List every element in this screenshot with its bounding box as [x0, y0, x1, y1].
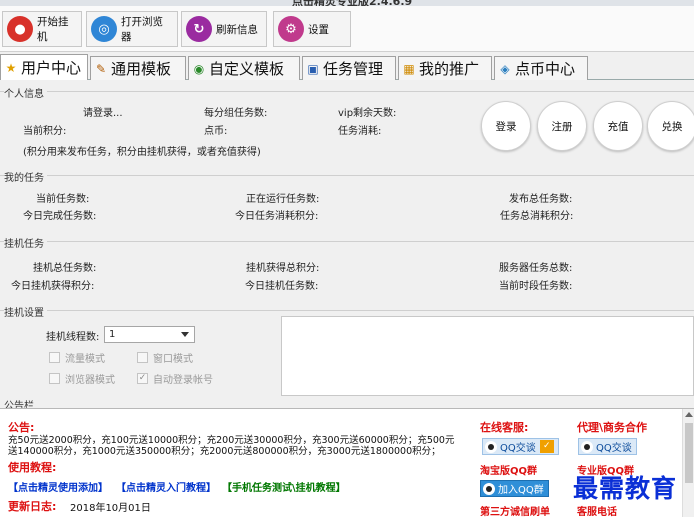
- browser-icon: ◎: [91, 16, 117, 42]
- notice-heading: 公告:: [8, 421, 35, 434]
- update-log-label: 更新日志:: [8, 500, 57, 513]
- hangup-tasks-group: 挂机任务: [0, 235, 694, 301]
- total-consume-points-label: 任务总消耗积分:: [500, 211, 574, 222]
- current-slot-tasks-label: 当前时段任务数:: [499, 281, 573, 292]
- hangup-total-points-label: 挂机获得总积分:: [246, 263, 320, 274]
- today-hangup-points-label: 今日挂机获得积分:: [11, 281, 95, 292]
- points-note: (积分用来发布任务，积分由挂机获得，或者充值获得): [23, 147, 261, 158]
- hangup-total-tasks-label: 挂机总任务数:: [33, 263, 97, 274]
- group-title: 个人信息: [4, 85, 47, 100]
- refresh-info-button[interactable]: ↻ 刷新信息: [181, 11, 267, 47]
- refresh-icon: ↻: [186, 16, 212, 42]
- open-browser-button[interactable]: ◎ 打开浏览器: [86, 11, 178, 47]
- checkbox-box: [49, 373, 60, 384]
- vip-days-label: vip剩余天数:: [338, 108, 397, 119]
- thread-count-value: 1: [109, 329, 116, 340]
- scroll-thumb[interactable]: [685, 423, 693, 483]
- running-tasks-label: 正在运行任务数:: [246, 194, 320, 205]
- agent-business-label: 代理\商务合作: [577, 421, 648, 434]
- group-title: 挂机设置: [4, 304, 47, 319]
- today-hangup-tasks-label: 今日挂机任务数:: [245, 281, 319, 292]
- thread-count-label: 挂机线程数:: [46, 332, 100, 343]
- tab-coin-center[interactable]: ◈ 点币中心: [494, 56, 588, 80]
- checkbox-box: [137, 352, 148, 363]
- coins-label: 点币:: [204, 126, 228, 137]
- toolbar: ● 开始挂机 ◎ 打开浏览器 ↻ 刷新信息 ⚙ 设置: [0, 6, 694, 52]
- auto-login-checkbox[interactable]: ✓ 自动登录帐号: [137, 371, 213, 386]
- taobao-qq-group-label: 淘宝版QQ群: [480, 466, 538, 477]
- login-prompt: 请登录...: [83, 108, 123, 119]
- star-icon: ★: [5, 60, 17, 75]
- my-tasks-group: 我的任务: [0, 169, 694, 235]
- tab-general-template[interactable]: ✎ 通用模板: [90, 56, 186, 80]
- chevron-down-icon: [181, 332, 189, 337]
- settings-button[interactable]: ⚙ 设置: [273, 11, 351, 47]
- check-icon: ✓: [539, 440, 554, 453]
- tutorial-heading: 使用教程:: [8, 461, 57, 474]
- per-group-tasks-label: 每分组任务数:: [204, 108, 268, 119]
- third-party-label: 第三方诚信刷单: [480, 507, 550, 517]
- checkbox-box: [49, 352, 60, 363]
- redeem-button[interactable]: 兑换: [647, 101, 694, 151]
- promotion-icon: ▦: [403, 61, 415, 76]
- tab-my-promotion[interactable]: ▦ 我的推广: [398, 56, 492, 80]
- current-tasks-label: 当前任务数:: [36, 194, 90, 205]
- published-total-label: 发布总任务数:: [509, 194, 573, 205]
- settings-icon: ⚙: [278, 16, 304, 42]
- recharge-button[interactable]: 充值: [593, 101, 643, 151]
- tutorial-link-3[interactable]: 【手机任务测试\挂机教程】: [222, 479, 346, 494]
- qq-chat-button-2[interactable]: QQ交谈: [578, 438, 637, 455]
- start-hangup-button[interactable]: ● 开始挂机: [2, 11, 82, 47]
- traffic-mode-checkbox[interactable]: 流量模式: [49, 350, 105, 365]
- notice-body: 充50元送2000积分，充100元送10000积分；充200元送30000积分，…: [8, 435, 455, 457]
- scroll-up-icon: [685, 412, 693, 417]
- task-consume-label: 任务消耗:: [338, 126, 382, 137]
- template-icon: ◉: [193, 61, 205, 76]
- tab-user-center[interactable]: ★ 用户中心: [0, 54, 88, 80]
- service-phone-label: 客服电话: [577, 507, 617, 517]
- tutorial-link-2[interactable]: 【点击精灵入门教程】: [116, 479, 216, 494]
- register-button[interactable]: 注册: [537, 101, 587, 151]
- online-service-label: 在线客服:: [480, 421, 529, 434]
- qq-penguin-icon: [485, 440, 497, 453]
- window-mode-checkbox[interactable]: 窗口模式: [137, 350, 193, 365]
- qq-penguin-icon: [581, 440, 593, 453]
- task-icon: ▣: [307, 61, 319, 76]
- start-hangup-icon: ●: [7, 16, 33, 42]
- main-tabs: ★ 用户中心 ✎ 通用模板 ◉ 自定义模板 ▣ 任务管理 ▦ 我的推广 ◈ 点币…: [0, 54, 694, 80]
- qq-group-icon: [483, 482, 495, 495]
- coin-center-icon: ◈: [500, 61, 510, 76]
- thread-count-select[interactable]: 1: [104, 326, 195, 343]
- checkmark-icon: ✓: [137, 373, 148, 384]
- tab-task-management[interactable]: ▣ 任务管理: [302, 56, 396, 80]
- join-qq-group-button[interactable]: 加入QQ群: [480, 480, 549, 497]
- update-date: 2018年10月01日: [70, 503, 151, 514]
- tutorial-link-1[interactable]: 【点击精灵使用添加】: [8, 479, 108, 494]
- log-output-box[interactable]: [281, 316, 694, 396]
- current-points-label: 当前积分:: [23, 126, 67, 137]
- tab-custom-template[interactable]: ◉ 自定义模板: [188, 56, 300, 80]
- group-title: 挂机任务: [4, 235, 47, 250]
- today-done-label: 今日完成任务数:: [23, 211, 97, 222]
- wand-icon: ✎: [95, 61, 107, 76]
- browser-mode-checkbox[interactable]: 浏览器模式: [49, 371, 115, 386]
- group-title: 我的任务: [4, 169, 47, 184]
- server-tasks-label: 服务器任务总数:: [499, 263, 573, 274]
- watermark: 最需教育: [573, 474, 678, 503]
- qq-chat-button-1[interactable]: QQ交谈 ✓: [482, 438, 559, 455]
- today-consume-points-label: 今日任务消耗积分:: [235, 211, 319, 222]
- login-button[interactable]: 登录: [481, 101, 531, 151]
- notice-scrollbar[interactable]: [682, 409, 694, 517]
